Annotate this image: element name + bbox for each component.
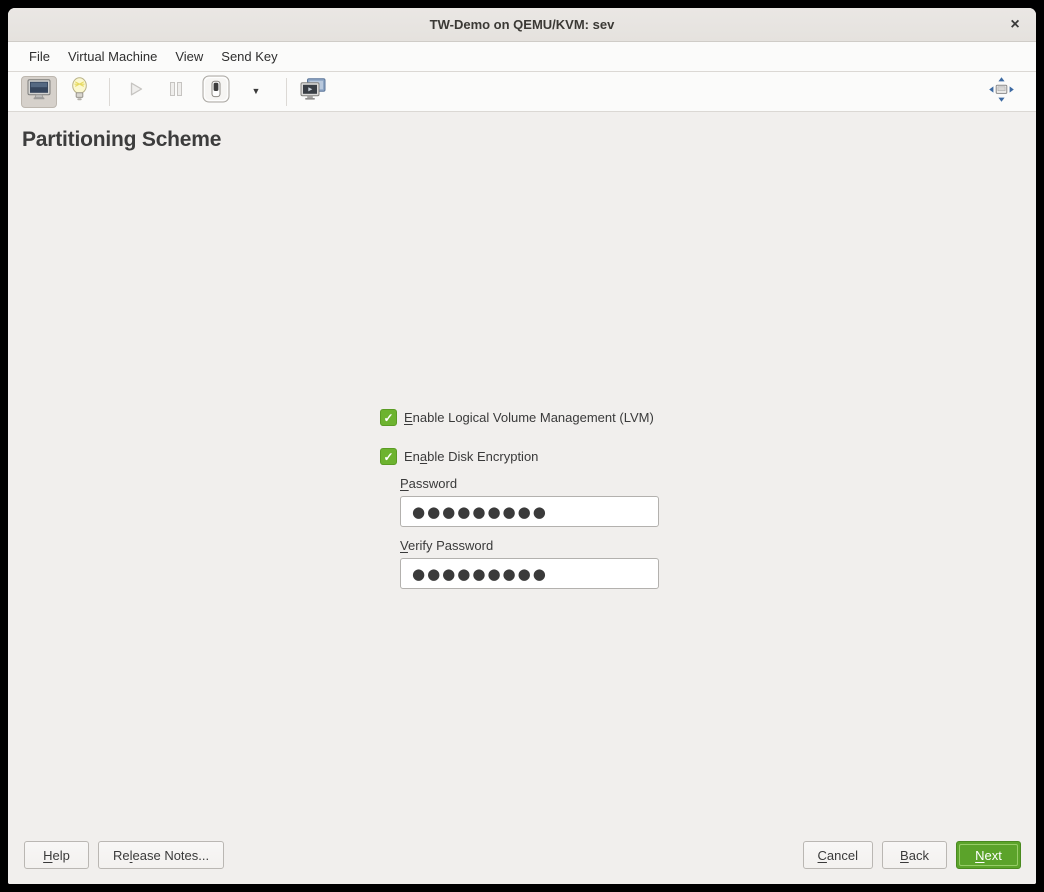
lightbulb-icon [70,77,89,107]
verify-password-input[interactable] [400,558,659,589]
toolbar-separator [286,78,287,106]
displays-icon [300,78,326,106]
verify-password-label: Verify Password [400,538,493,553]
password-input[interactable] [400,496,659,527]
shutdown-menu-button[interactable]: ▼ [238,76,274,108]
chevron-down-icon: ▼ [252,87,261,96]
help-button[interactable]: Help [24,841,89,869]
next-button[interactable]: Next [956,841,1021,869]
checkbox-check-icon: ✓ [383,451,393,463]
label-mnemonic: N [975,848,984,863]
label-text: ext [985,848,1002,863]
label-text: nable Logical Volume Management (LVM) [413,410,654,425]
run-button[interactable] [118,76,154,108]
label-text: ancel [827,848,858,863]
console-button[interactable] [21,76,57,108]
monitor-icon [27,79,51,105]
menu-virtual-machine[interactable]: Virtual Machine [59,42,166,71]
label-mnemonic: B [900,848,909,863]
play-icon [127,80,145,103]
label-text: assword [409,476,457,491]
menubar: File Virtual Machine View Send Key [8,42,1036,72]
label-text: erify Password [408,538,493,553]
menu-send-key[interactable]: Send Key [212,42,286,71]
checkbox-check-icon: ✓ [383,412,393,424]
encryption-checkbox-row: ✓ Enable Disk Encryption [380,448,538,465]
label-mnemonic: V [400,538,408,553]
menu-view[interactable]: View [166,42,212,71]
back-button[interactable]: Back [882,841,947,869]
fullscreen-icon [988,76,1015,108]
label-mnemonic: C [818,848,827,863]
label-text: ease Notes... [133,848,210,863]
cancel-button[interactable]: Cancel [803,841,873,869]
label-text: ack [909,848,929,863]
page-title: Partitioning Scheme [22,128,221,152]
window-title: TW-Demo on QEMU/KVM: sev [430,17,615,32]
toolbar-separator [109,78,110,106]
footer-right: Cancel Back Next [803,841,1021,869]
footer-left: Help Release Notes... [24,841,224,869]
virtual-displays-button[interactable] [295,76,331,108]
encryption-checkbox[interactable]: ✓ [380,448,397,465]
encryption-checkbox-label[interactable]: Enable Disk Encryption [404,449,538,464]
pause-icon [168,80,184,103]
label-text: Re [113,848,130,863]
lvm-checkbox-label[interactable]: Enable Logical Volume Management (LVM) [404,410,654,425]
fullscreen-button[interactable] [983,76,1019,108]
titlebar: TW-Demo on QEMU/KVM: sev × [8,8,1036,42]
close-icon: × [1010,16,1019,34]
label-text: ble Disk Encryption [427,449,538,464]
vm-display: Partitioning Scheme ✓ Enable Logical Vol… [8,112,1036,884]
shutdown-icon [202,75,230,108]
password-label: Password [400,476,457,491]
toolbar: ▼ [8,72,1036,112]
label-text: elp [53,848,70,863]
label-mnemonic: H [43,848,52,863]
release-notes-button[interactable]: Release Notes... [98,841,224,869]
label-mnemonic: P [400,476,409,491]
pause-button[interactable] [158,76,194,108]
shutdown-button[interactable] [198,76,234,108]
lvm-checkbox[interactable]: ✓ [380,409,397,426]
close-button[interactable]: × [1002,12,1028,38]
menu-file[interactable]: File [20,42,59,71]
lvm-checkbox-row: ✓ Enable Logical Volume Management (LVM) [380,409,654,426]
label-mnemonic: E [404,410,413,425]
label-text: En [404,449,420,464]
details-button[interactable] [61,76,97,108]
virt-manager-window: TW-Demo on QEMU/KVM: sev × File Virtual … [8,8,1036,884]
